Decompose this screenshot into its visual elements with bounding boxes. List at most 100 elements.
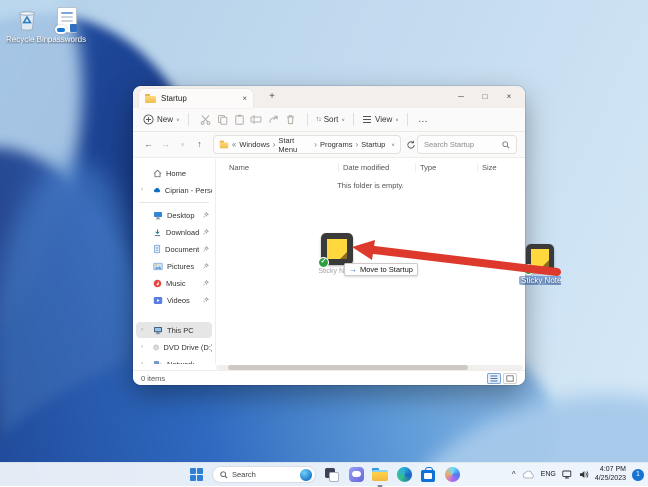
- expand-chevron-icon[interactable]: ›: [141, 187, 143, 193]
- network-tray-icon[interactable]: [562, 470, 573, 479]
- file-explorer-icon: [372, 468, 388, 481]
- folder-icon: [219, 140, 229, 149]
- maximize-button[interactable]: □: [473, 86, 497, 108]
- sidebar-item-label: Home: [166, 168, 187, 178]
- explorer-tab-bar: Startup × + ─ □ ×: [133, 86, 525, 108]
- drag-tooltip: → Move to Startup: [344, 263, 418, 276]
- downloads-icon: [154, 228, 161, 236]
- sort-ascending-icon: ^: [284, 159, 287, 163]
- sidebar-item-label: Downloads: [165, 227, 199, 237]
- microsoft-store-button[interactable]: [420, 467, 436, 483]
- refresh-button[interactable]: [406, 140, 416, 150]
- close-button[interactable]: ×: [497, 86, 521, 108]
- item-count: 0 items: [141, 373, 166, 383]
- breadcrumb[interactable]: « Windows › Start Menu › Programs › Star…: [213, 135, 401, 154]
- home-icon: [153, 169, 162, 177]
- taskbar-search-placeholder: Search: [232, 470, 256, 479]
- sidebar-item-dvd-drive[interactable]: › DVD Drive (D:) CCC: [136, 339, 212, 355]
- volume-tray-icon[interactable]: [579, 470, 589, 479]
- sidebar-item-label: Ciprian - Personal: [164, 185, 212, 195]
- back-button[interactable]: ←: [141, 139, 156, 151]
- path-overflow-icon[interactable]: «: [232, 140, 236, 149]
- chevron-right-icon: ›: [355, 140, 359, 149]
- view-list-icon: [363, 116, 372, 123]
- folder-icon: [145, 94, 156, 103]
- chat-icon: [348, 467, 364, 482]
- column-headers: Name ^ Date modified Type Size: [216, 159, 525, 175]
- new-plus-icon: [143, 114, 154, 125]
- explorer-status-bar: 0 items: [133, 370, 525, 385]
- sidebar-item-music[interactable]: Music: [136, 275, 212, 291]
- hidden-icons-button[interactable]: ^: [512, 470, 516, 479]
- scrollbar-thumb[interactable]: [228, 364, 468, 370]
- column-header-type[interactable]: Type: [415, 162, 477, 172]
- share-button[interactable]: [265, 114, 282, 125]
- network-icon: [154, 360, 163, 364]
- task-view-button[interactable]: [324, 467, 340, 483]
- minimize-button[interactable]: ─: [449, 86, 473, 108]
- this-pc-icon: [154, 326, 162, 334]
- start-button[interactable]: [188, 467, 204, 483]
- breadcrumb-segment[interactable]: Programs: [320, 140, 353, 149]
- tab-startup[interactable]: Startup ×: [139, 89, 253, 108]
- recent-locations-button[interactable]: ∨: [175, 140, 190, 150]
- onedrive-tray-icon[interactable]: [522, 470, 535, 479]
- icons-view-toggle[interactable]: [503, 372, 517, 384]
- new-tab-button[interactable]: +: [265, 91, 279, 102]
- desktop-icon-recycle-bin[interactable]: Recycle Bin: [6, 5, 48, 44]
- sort-button[interactable]: ↑↓ Sort ∨: [316, 115, 345, 124]
- column-header-date-modified[interactable]: Date modified: [338, 162, 415, 172]
- sticky-notes-icon: ✓: [519, 244, 561, 275]
- sidebar-item-network[interactable]: › Network: [136, 356, 212, 364]
- clock-date: 4/25/2023: [594, 474, 626, 482]
- desktop-icon-document[interactable]: passwords: [46, 5, 88, 44]
- see-more-button[interactable]: …: [418, 114, 429, 125]
- windows-logo-icon: [189, 468, 203, 481]
- edge-button[interactable]: [396, 467, 412, 483]
- sidebar-item-downloads[interactable]: Downloads: [136, 224, 212, 240]
- details-view-toggle[interactable]: [487, 372, 501, 384]
- expand-chevron-icon[interactable]: ›: [141, 344, 143, 350]
- breadcrumb-segment[interactable]: Start Menu: [278, 136, 311, 154]
- view-button[interactable]: View ∨: [362, 115, 399, 124]
- search-input[interactable]: Search Startup: [417, 135, 517, 154]
- copy-button[interactable]: [214, 114, 231, 125]
- new-button[interactable]: New ∨: [143, 114, 180, 125]
- tab-close-icon[interactable]: ×: [242, 94, 247, 103]
- sidebar-item-onedrive[interactable]: › Ciprian - Personal: [136, 182, 212, 198]
- language-indicator[interactable]: ENG: [541, 471, 556, 478]
- paste-button[interactable]: [231, 114, 248, 125]
- delete-button[interactable]: [282, 114, 299, 125]
- sidebar-item-videos[interactable]: Videos: [136, 292, 212, 308]
- up-button[interactable]: ↑: [192, 139, 207, 151]
- taskbar-clock[interactable]: 4:07 PM 4/25/2023: [595, 466, 626, 483]
- sidebar-item-documents[interactable]: Documents: [136, 241, 212, 257]
- desktop-icon-sticky-notes[interactable]: ✓ Sticky Notes: [519, 244, 561, 287]
- column-header-name[interactable]: Name: [216, 163, 338, 172]
- column-header-size[interactable]: Size: [477, 162, 521, 172]
- toolbar-divider: [353, 113, 355, 126]
- address-dropdown-icon[interactable]: ∨: [391, 142, 395, 147]
- notification-badge[interactable]: 1: [632, 468, 644, 481]
- breadcrumb-segment[interactable]: Startup: [361, 140, 385, 149]
- file-explorer-button[interactable]: [372, 467, 388, 483]
- sync-check-badge-icon: ✓: [318, 257, 329, 268]
- expand-chevron-icon[interactable]: ›: [141, 327, 143, 333]
- toolbar-divider: [187, 113, 189, 126]
- explorer-file-pane[interactable]: Name ^ Date modified Type Size This fold…: [215, 159, 525, 364]
- explorer-address-bar: ← → ∨ ↑ « Windows › Start Menu › Program…: [133, 132, 525, 158]
- sidebar-item-home[interactable]: Home: [136, 165, 212, 181]
- drag-tooltip-text: Move to Startup: [360, 265, 413, 274]
- cut-button[interactable]: [197, 114, 214, 125]
- taskbar-search[interactable]: Search: [212, 466, 316, 483]
- sidebar-item-pictures[interactable]: Pictures: [136, 258, 212, 274]
- expand-chevron-icon[interactable]: ›: [141, 361, 143, 364]
- chat-button[interactable]: [348, 467, 364, 483]
- breadcrumb-segment[interactable]: Windows: [239, 140, 269, 149]
- sidebar-item-this-pc[interactable]: › This PC: [136, 322, 212, 338]
- copilot-button[interactable]: [444, 467, 460, 483]
- file-explorer-window: Startup × + ─ □ × New ∨ ↑↓ Sort ∨ View ∨…: [133, 86, 525, 385]
- sidebar-item-desktop[interactable]: Desktop: [136, 207, 212, 223]
- forward-button[interactable]: →: [158, 139, 173, 151]
- rename-button[interactable]: [248, 114, 265, 125]
